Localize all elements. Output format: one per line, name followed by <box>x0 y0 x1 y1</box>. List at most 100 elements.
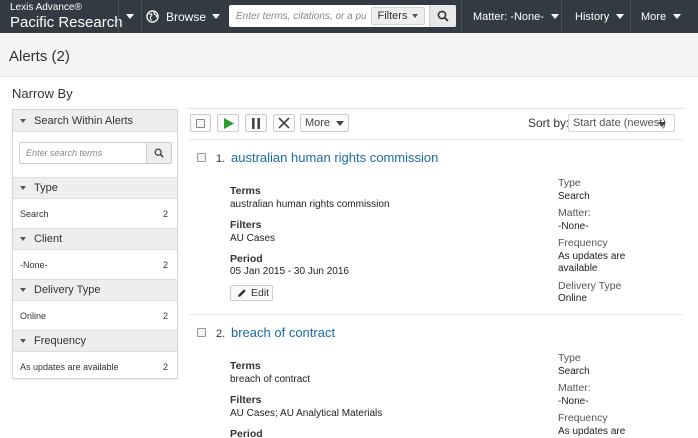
result-filters: AU Cases; AU Analytical Materials <box>230 408 383 419</box>
facet-option[interactable]: Online 2 <box>13 301 177 330</box>
sort-by-select[interactable]: Start date (newest) <box>568 114 675 132</box>
collapse-arrow-icon <box>20 339 26 343</box>
search-icon <box>154 148 164 158</box>
result-frequency-label: Frequency <box>558 237 608 249</box>
history-menu[interactable]: History <box>575 0 625 33</box>
product-brand[interactable]: Lexis Advance® Pacific Research <box>10 1 123 31</box>
filters-label: Filters <box>377 10 408 22</box>
facet-heading: Frequency <box>34 335 86 347</box>
result-matter-label: Matter: <box>558 382 591 394</box>
top-nav-bar: Lexis Advance® Pacific Research Browse F… <box>0 0 698 33</box>
chevron-down-icon <box>550 14 559 19</box>
global-search: Filters <box>229 5 456 27</box>
toolbar-divider <box>189 139 683 140</box>
chevron-down-icon <box>658 122 666 127</box>
result-filters-label: Filters <box>230 394 262 406</box>
more-menu[interactable]: More <box>641 0 682 33</box>
result-frequency-line2: available <box>558 263 598 274</box>
search-within-header[interactable]: Search Within Alerts <box>13 110 177 132</box>
sort-by-label: Sort by: <box>528 116 570 130</box>
result-divider <box>189 314 683 315</box>
facet-option-count: 2 <box>162 259 168 270</box>
chevron-down-icon <box>336 120 345 126</box>
result-terms-label: Terms <box>230 360 261 372</box>
result-title-link[interactable]: breach of contract <box>231 325 335 340</box>
chevron-down-icon <box>412 14 419 18</box>
brand-subtitle: Lexis Advance® <box>10 2 82 13</box>
result-delivery-label: Delivery Type <box>558 280 622 292</box>
result-frequency-line1: As updates are <box>558 426 626 437</box>
browse-label: Browse <box>166 9 207 24</box>
facet-header-type[interactable]: Type <box>13 177 177 199</box>
facet-option[interactable]: As updates are available 2 <box>13 352 177 381</box>
result-period-label: Period <box>230 428 263 438</box>
page-title: Alerts (2) <box>9 48 70 65</box>
toolbar-more-dropdown[interactable]: More <box>300 114 349 132</box>
result-period-label: Period <box>230 253 263 265</box>
collapse-arrow-icon <box>20 186 26 190</box>
search-within-box <box>19 142 172 164</box>
facet-heading: Type <box>34 182 58 194</box>
checkbox-icon <box>196 118 205 128</box>
delete-alert-button[interactable] <box>273 114 295 132</box>
search-within-area <box>13 132 177 177</box>
result-number: 2. <box>216 328 226 340</box>
facet-option-label: Online <box>20 310 47 321</box>
close-icon <box>278 117 290 129</box>
search-within-button[interactable] <box>146 143 171 163</box>
collapse-arrow-icon <box>20 118 26 123</box>
toolbar-more-label: More <box>304 117 331 129</box>
matter-menu[interactable]: Matter: -None- <box>473 0 559 33</box>
browse-menu[interactable]: Browse <box>146 0 221 33</box>
result-type: Search <box>558 191 590 202</box>
nav-divider <box>561 0 562 33</box>
pause-alert-button[interactable] <box>245 114 267 132</box>
collapse-arrow-icon <box>20 237 26 241</box>
result-filters: AU Cases <box>230 233 276 244</box>
result-matter-label: Matter: <box>558 207 591 219</box>
global-search-button[interactable] <box>429 5 456 27</box>
result-number: 1. <box>216 153 226 165</box>
select-all-checkbox[interactable] <box>190 114 211 132</box>
result-checkbox[interactable] <box>197 328 206 337</box>
search-within-heading: Search Within Alerts <box>34 114 134 127</box>
result-matter: -None- <box>558 396 589 407</box>
facet-option-count: 2 <box>162 208 168 219</box>
result-title-link[interactable]: australian human rights commission <box>231 150 438 165</box>
pencil-icon <box>238 289 246 297</box>
brand-title: Pacific Research <box>10 14 123 31</box>
facet-header-client[interactable]: Client <box>13 228 177 250</box>
search-within-input[interactable] <box>20 143 146 163</box>
resume-alert-button[interactable] <box>217 114 239 132</box>
chevron-down-icon <box>616 14 625 19</box>
edit-alert-button[interactable]: Edit <box>230 285 273 301</box>
facet-option[interactable]: Search 2 <box>13 199 177 228</box>
global-search-input[interactable] <box>229 5 367 27</box>
matter-label: Matter: -None- <box>473 10 544 23</box>
pause-icon <box>252 117 260 129</box>
chevron-down-icon <box>673 14 682 19</box>
facet-option-label: -None- <box>20 259 48 270</box>
facet-header-delivery-type[interactable]: Delivery Type <box>13 279 177 301</box>
facet-header-frequency[interactable]: Frequency <box>13 330 177 352</box>
page-header: Alerts (2) <box>0 33 698 77</box>
facet-option-count: 2 <box>162 310 168 321</box>
filters-dropdown[interactable]: Filters <box>371 7 425 25</box>
result-matter: -None- <box>558 221 589 232</box>
result-terms-label: Terms <box>230 185 261 197</box>
globe-icon <box>146 10 159 23</box>
result-type-label: Type <box>558 177 581 189</box>
history-label: History <box>575 10 610 23</box>
nav-divider <box>630 0 631 33</box>
result-checkbox[interactable] <box>197 153 206 162</box>
facet-option-count: 2 <box>162 361 168 372</box>
narrow-by-panel: Search Within Alerts Type Search 2 Clien… <box>12 109 178 379</box>
product-switcher-button[interactable] <box>118 0 142 33</box>
chevron-down-icon <box>212 14 221 19</box>
nav-divider <box>461 0 462 33</box>
result-type: Search <box>558 366 590 377</box>
facet-heading: Client <box>34 233 63 245</box>
edit-label: Edit <box>251 287 270 299</box>
facet-heading: Delivery Type <box>34 284 101 296</box>
facet-option[interactable]: -None- 2 <box>13 250 177 279</box>
